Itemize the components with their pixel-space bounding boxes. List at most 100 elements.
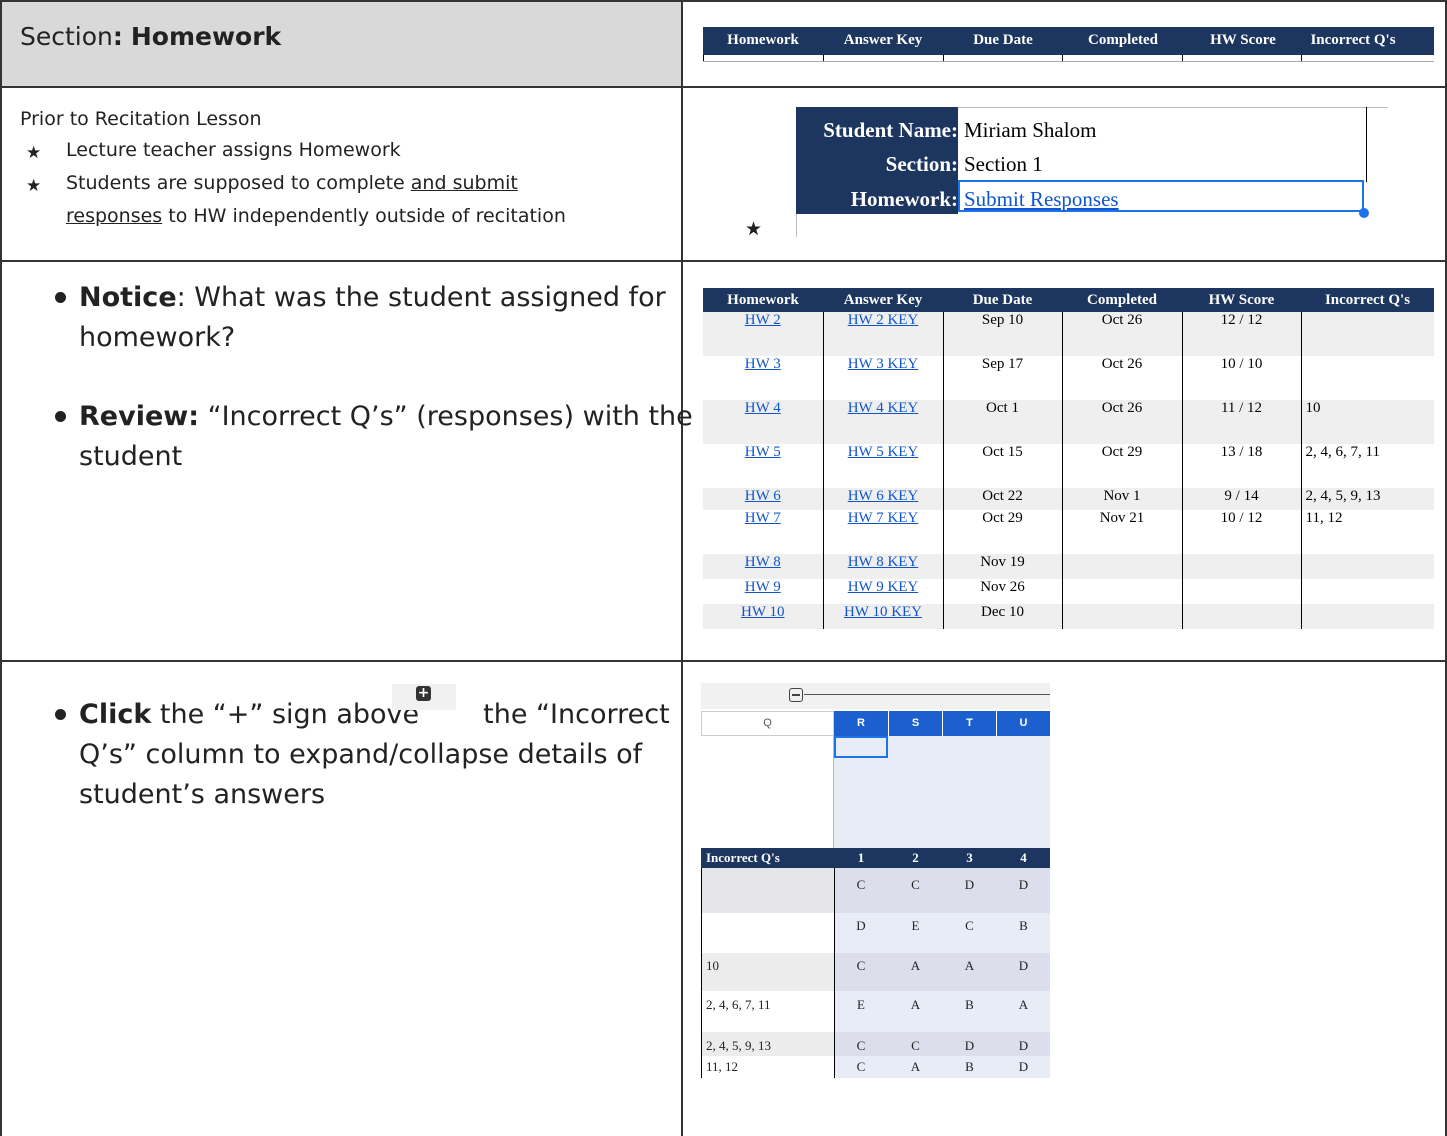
answer-key-link[interactable]: HW 7 KEY — [848, 510, 919, 526]
answer-key-link[interactable]: HW 10 KEY — [844, 604, 922, 620]
answer-key-link[interactable]: HW 9 KEY — [848, 579, 919, 595]
completed-cell: Nov 21 — [1061, 510, 1182, 554]
column-letter-t[interactable]: T — [943, 711, 996, 736]
minus-square-icon[interactable] — [789, 688, 803, 702]
table-border — [681, 0, 683, 1136]
bullet-dot — [55, 411, 66, 422]
question-number: 2 — [912, 850, 919, 865]
star-bullet-icon: ★ — [26, 176, 42, 196]
header-incorrect-qs: Incorrect Q's — [1310, 32, 1396, 48]
due-date-cell: Nov 26 — [942, 579, 1062, 604]
answer-key-link[interactable]: HW 2 KEY — [848, 312, 919, 328]
homework-table: Homework Answer Key Due Date Completed H… — [703, 288, 1434, 629]
answer-cell: C — [911, 877, 920, 892]
hw-score-cell: 13 / 18 — [1181, 444, 1301, 488]
table-row: HW 3 HW 3 KEY Sep 17 Oct 26 10 / 10 — [703, 356, 1434, 400]
column-letter-u[interactable]: U — [997, 711, 1050, 736]
student-name-label: Student Name: — [823, 118, 958, 142]
answer-key-link[interactable]: HW 3 KEY — [848, 356, 919, 372]
incorrect-qs-cell — [1300, 554, 1434, 579]
click-text-3: student’s answers — [79, 779, 326, 810]
table-border — [0, 86, 1447, 88]
section-title: Section: Homework — [20, 22, 281, 51]
header-homework: Homework — [727, 32, 799, 48]
homework-link[interactable]: HW 7 — [745, 510, 781, 526]
group-bar — [701, 683, 1050, 709]
student-card: Student Name: Miriam Shalom Section: Sec… — [796, 107, 1388, 237]
answer-cell: C — [965, 918, 974, 933]
hw-score-cell: 12 / 12 — [1181, 312, 1301, 356]
homework-link[interactable]: HW 4 — [745, 400, 781, 416]
column-header-due-date: Due Date — [943, 288, 1062, 312]
table-border — [0, 0, 1447, 2]
homework-link[interactable]: HW 9 — [745, 579, 781, 595]
homework-link[interactable]: HW 10 — [741, 604, 784, 620]
completed-cell — [1061, 579, 1182, 604]
answer-key-link[interactable]: HW 4 KEY — [848, 400, 919, 416]
top-header-strip: Homework Answer Key Due Date Completed H… — [703, 27, 1434, 55]
answer-cell: C — [856, 1038, 866, 1053]
due-date-cell: Dec 10 — [942, 604, 1062, 629]
answer-key-link[interactable]: HW 5 KEY — [848, 444, 919, 460]
student-name-value: Miriam Shalom — [964, 118, 1097, 142]
incorrect-qs-cell: 2, 4, 5, 9, 13 — [1300, 488, 1434, 510]
due-date-cell: Oct 1 — [942, 400, 1062, 444]
hw-score-cell — [1181, 604, 1301, 629]
incorrect-qs-cell: 11, 12 — [1300, 510, 1434, 554]
answer-cell: D — [1018, 877, 1029, 892]
prior-title: Prior to Recitation Lesson — [20, 108, 262, 130]
answer-row-incorrect: 2, 4, 5, 9, 13 — [706, 1038, 771, 1053]
table-border — [0, 660, 1447, 662]
homework-link[interactable]: HW 2 — [745, 312, 781, 328]
homework-link[interactable]: HW 6 — [745, 488, 781, 504]
prior-bullet-1-text: Lecture teacher assigns Homework — [66, 139, 401, 161]
homework-link[interactable]: HW 8 — [745, 554, 781, 570]
answer-key-link[interactable]: HW 6 KEY — [848, 488, 919, 504]
answer-cell: B — [965, 1059, 974, 1074]
column-header-hw-score: HW Score — [1182, 288, 1301, 312]
grid-line — [796, 214, 797, 237]
answer-cell: E — [857, 997, 865, 1012]
notice-text-2: homework? — [79, 322, 236, 353]
bullet-dot — [55, 292, 66, 303]
completed-cell — [1061, 604, 1182, 629]
answer-key-link[interactable]: HW 8 KEY — [848, 554, 919, 570]
section-colon: : — [112, 22, 123, 51]
completed-cell: Oct 26 — [1061, 312, 1182, 356]
hw-score-cell — [1181, 554, 1301, 579]
due-date-cell: Sep 17 — [942, 356, 1062, 400]
table-row: HW 7 HW 7 KEY Oct 29 Nov 21 10 / 12 11, … — [703, 510, 1434, 554]
column-header-answer-key: Answer Key — [823, 288, 943, 312]
star-icon: ★ — [745, 218, 763, 240]
cell-fill-handle[interactable] — [1359, 208, 1369, 218]
prior-bullet-2-a: Students are supposed to complete — [66, 172, 411, 194]
homework-label: Homework: — [850, 187, 958, 211]
incorrect-qs-cell: 2, 4, 6, 7, 11 — [1300, 444, 1434, 488]
homework-link[interactable]: HW 3 — [745, 356, 781, 372]
active-cell[interactable] — [834, 736, 888, 758]
header-answer-key: Answer Key — [843, 32, 923, 48]
answer-cell: A — [910, 1059, 921, 1074]
prior-bullet-2-underline-1: and submit — [410, 172, 518, 194]
column-letter-s[interactable]: S — [889, 711, 942, 736]
section-value: Section 1 — [964, 152, 1043, 176]
column-letter-q[interactable]: Q — [701, 711, 834, 736]
submit-responses-link[interactable]: Submit Responses — [964, 187, 1119, 212]
grid-line — [701, 868, 702, 1078]
table-row: HW 4 HW 4 KEY Oct 1 Oct 26 11 / 12 10 — [703, 400, 1434, 444]
grid-line — [833, 736, 834, 848]
notice-bullet: Notice: What was the student assigned fo… — [79, 278, 666, 358]
table-row: HW 2 HW 2 KEY Sep 10 Oct 26 12 / 12 — [703, 312, 1434, 356]
star-bullet-icon: ★ — [26, 143, 42, 163]
review-bullet: Review: “Incorrect Q’s” (responses) with… — [79, 397, 693, 477]
due-date-cell: Oct 22 — [942, 488, 1062, 510]
column-letter-r[interactable]: R — [834, 711, 888, 736]
click-text-1a: the “+” sign above — [151, 699, 420, 730]
hw-score-cell: 11 / 12 — [1181, 400, 1301, 444]
homework-link[interactable]: HW 5 — [745, 444, 781, 460]
table-row: HW 10 HW 10 KEY Dec 10 — [703, 604, 1434, 629]
hw-score-cell — [1181, 579, 1301, 604]
question-number: 4 — [1020, 850, 1027, 865]
hw-score-cell: 10 / 12 — [1181, 510, 1301, 554]
section-name: Homework — [130, 22, 282, 51]
